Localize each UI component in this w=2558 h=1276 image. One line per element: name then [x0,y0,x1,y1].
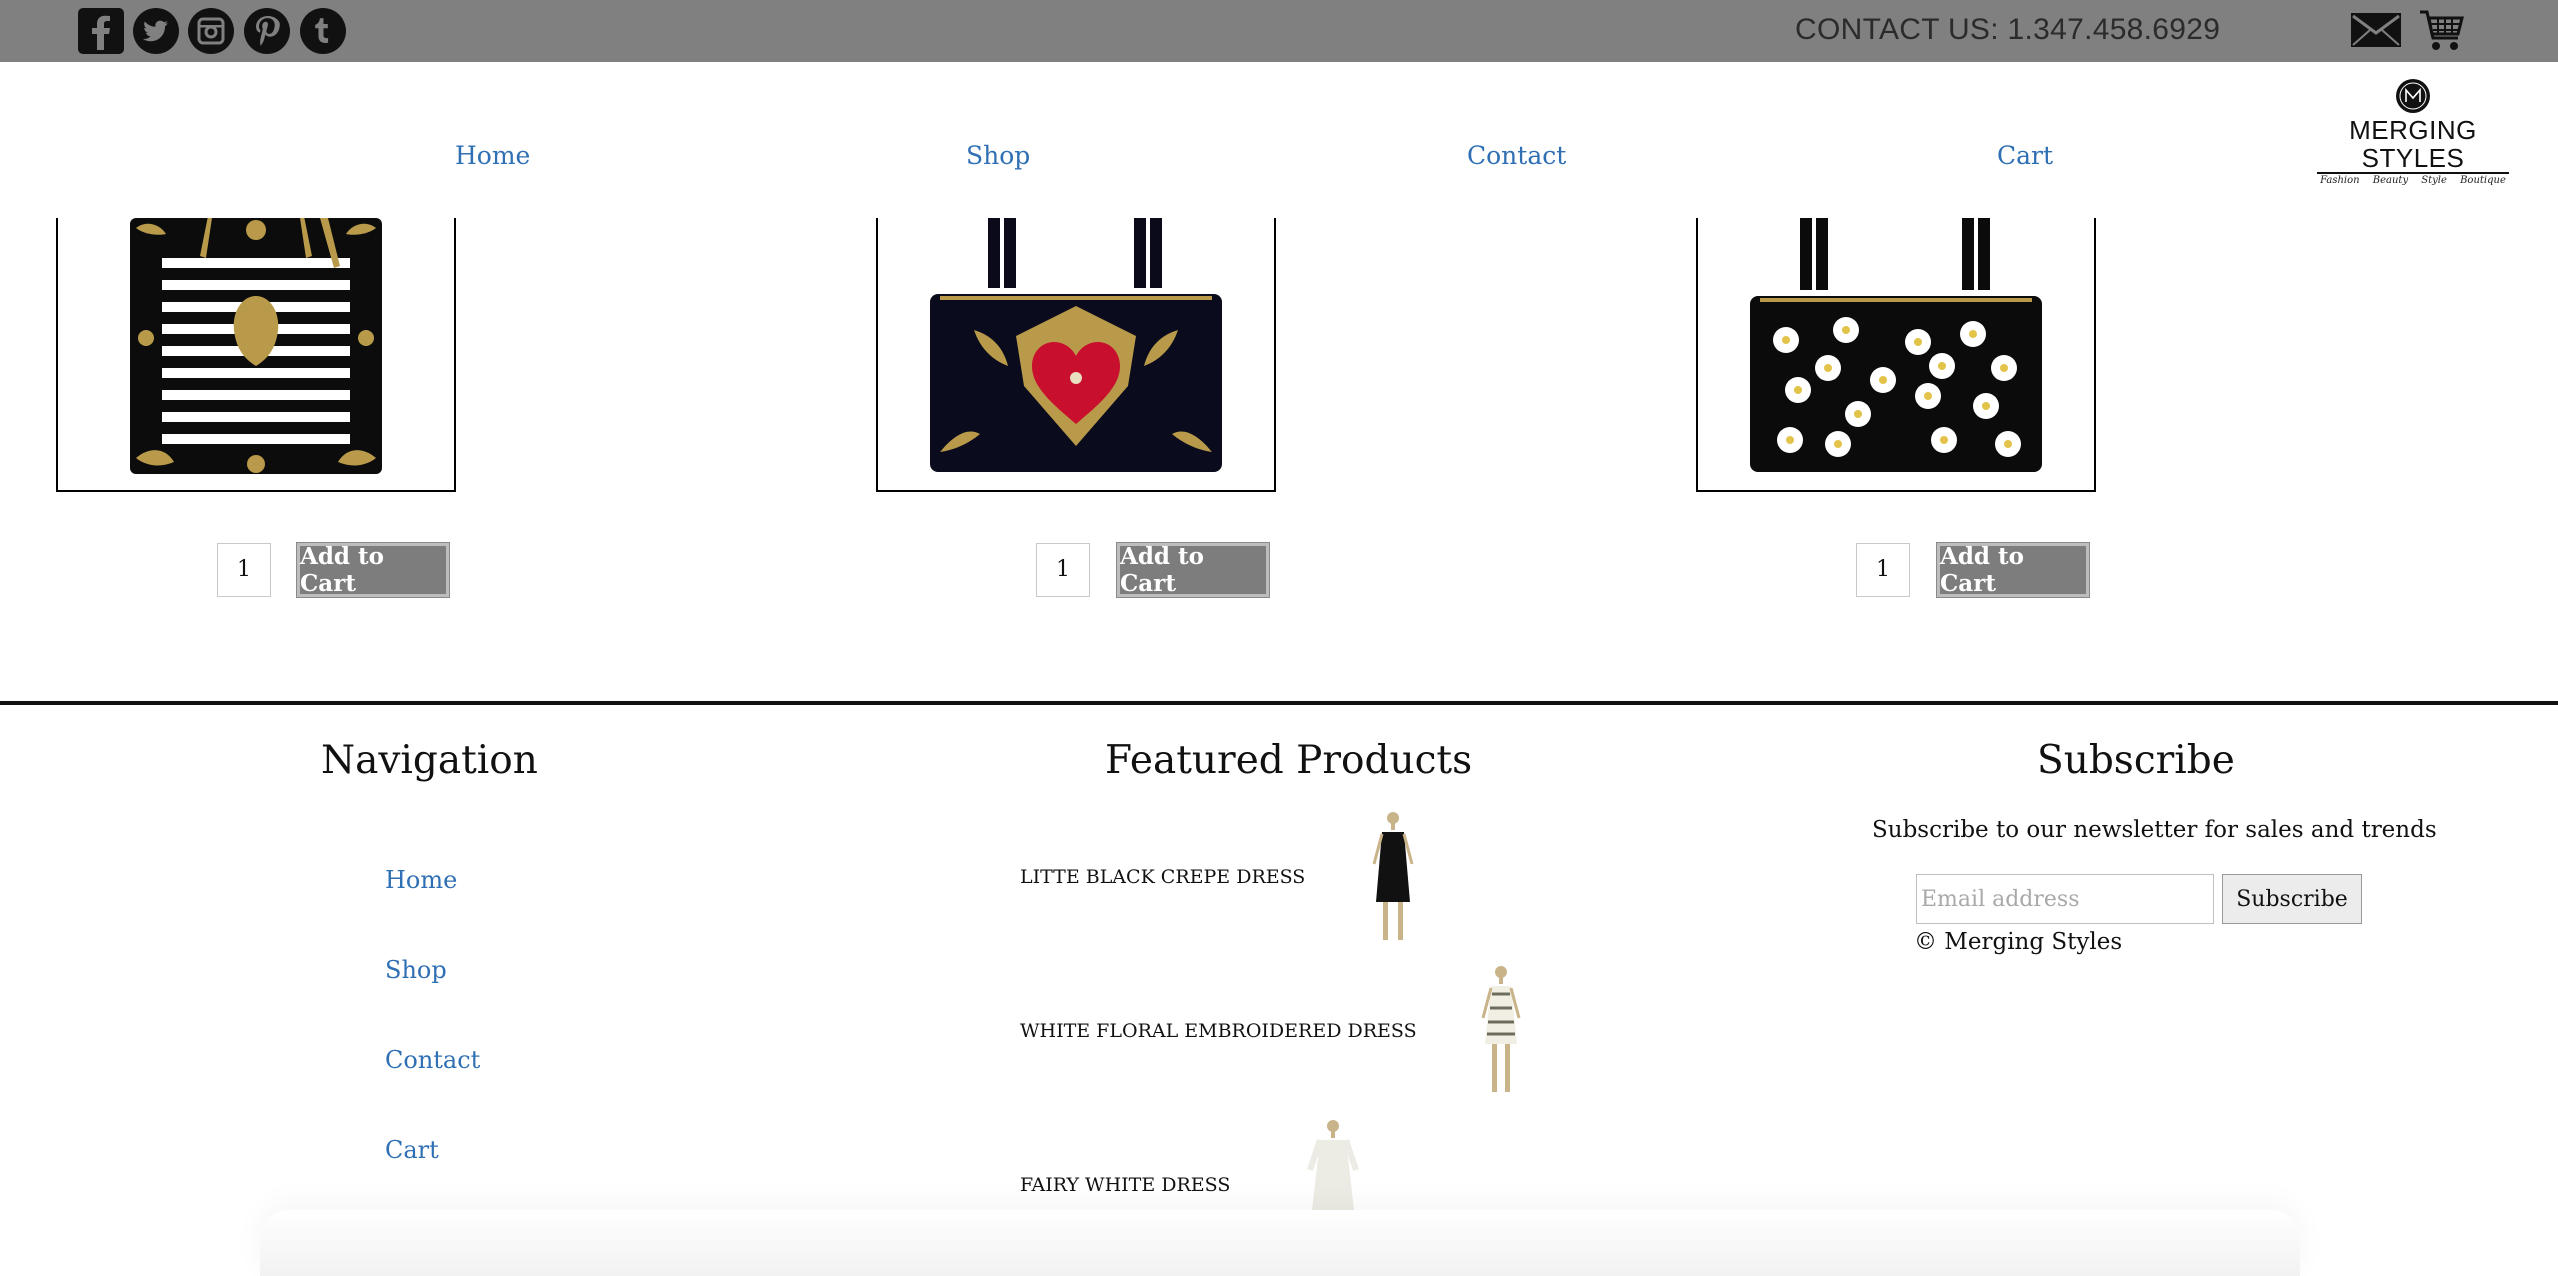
contact-phone: CONTACT US: 1.347.458.6929 [1795,13,2221,46]
mail-icon[interactable] [2350,12,2402,48]
featured-product-image-white-floral-dress[interactable] [1466,964,1536,1104]
pinterest-icon[interactable] [242,6,292,56]
quantity-input[interactable]: 1 [217,543,271,597]
email-input[interactable] [1916,874,2214,924]
shopping-cart-icon[interactable] [2418,6,2466,54]
nav-contact[interactable]: Contact [1467,141,1566,170]
footer-link-home[interactable]: Home [385,866,457,894]
footer-divider [0,701,2558,705]
add-to-cart-button[interactable]: Add to Cart [1936,542,2090,598]
logo-monogram-icon [2396,79,2430,113]
site-logo[interactable]: MERGING STYLES Fashion Beauty Style Bout… [2313,78,2513,186]
add-to-cart-button[interactable]: Add to Cart [1116,542,1270,598]
facebook-icon[interactable] [76,6,126,56]
footer-featured-title: Featured Products [1105,738,1473,783]
logo-name: MERGING STYLES [2349,115,2477,173]
logo-tagline: Fashion Beauty Style Boutique [2320,175,2506,186]
top-bar: CONTACT US: 1.347.458.6929 [0,0,2558,62]
twitter-icon[interactable] [131,6,181,56]
featured-product-name[interactable]: LITTE BLACK CREPE DRESS [1020,866,1305,888]
copyright: © Merging Styles [1914,929,2123,955]
footer-subscribe-title: Subscribe [2037,738,2235,783]
quantity-input[interactable]: 1 [1856,543,1910,597]
nav-shop[interactable]: Shop [966,141,1030,170]
footer-link-cart[interactable]: Cart [385,1136,439,1164]
product-image-daisy-handbag[interactable] [1696,218,2096,492]
product-image-striped-handbag[interactable] [56,218,456,492]
nav-home[interactable]: Home [455,141,530,170]
featured-product-image-black-dress[interactable] [1358,810,1428,950]
subscribe-button[interactable]: Subscribe [2222,874,2362,924]
nav-cart[interactable]: Cart [1997,141,2053,170]
featured-product-name[interactable]: FAIRY WHITE DRESS [1020,1174,1230,1196]
add-to-cart-button[interactable]: Add to Cart [296,542,450,598]
quantity-input[interactable]: 1 [1036,543,1090,597]
footer-navigation-title: Navigation [321,738,538,783]
bottom-panel-edge [260,1210,2300,1276]
instagram-icon[interactable] [186,6,236,56]
product-image-heart-handbag[interactable] [876,218,1276,492]
footer-link-contact[interactable]: Contact [385,1046,480,1074]
footer-link-shop[interactable]: Shop [385,956,447,984]
subscribe-description: Subscribe to our newsletter for sales an… [1872,817,2437,843]
featured-product-name[interactable]: WHITE FLORAL EMBROIDERED DRESS [1020,1020,1417,1042]
tumblr-icon[interactable] [298,6,348,56]
